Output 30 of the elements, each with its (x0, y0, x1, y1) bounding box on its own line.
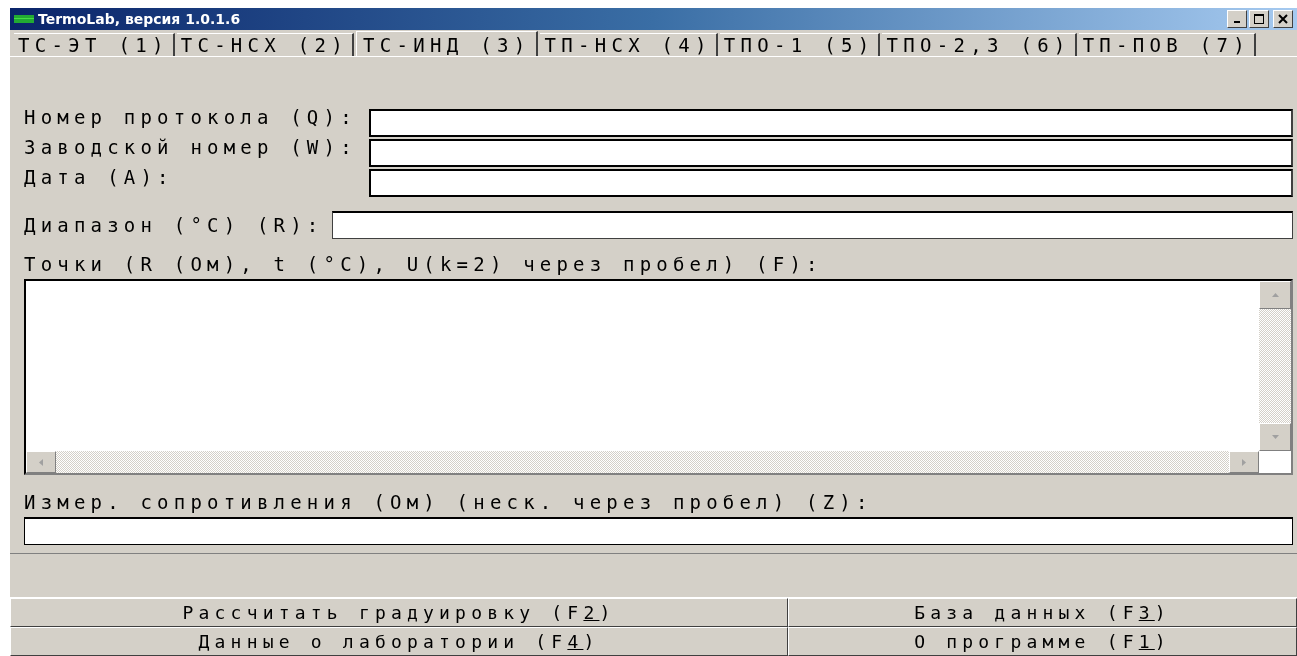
maximize-button[interactable] (1249, 10, 1269, 28)
field-label: Точки (R (Ом), t (°C), U(k=2) через пробел) (F): (24, 253, 824, 275)
maximize-icon (1254, 14, 1264, 24)
tab[interactable]: ТП-НСХ (4) (540, 33, 718, 56)
tab[interactable]: ТС-ЭТ (1) (14, 33, 175, 56)
window-title: TermoLab, версия 1.0.1.6 (38, 11, 242, 27)
input-field[interactable] (331, 211, 1293, 239)
tab[interactable]: ТПО-2,3 (6) (882, 33, 1077, 56)
tab[interactable]: ТС-ИНД (3) (356, 31, 539, 57)
input-field[interactable] (369, 109, 1293, 137)
tab[interactable]: ТПО-1 (5) (719, 33, 881, 56)
action-button[interactable]: Рассчитать градуировку (F 2) (10, 598, 788, 627)
app-icon (14, 15, 34, 23)
field-label: Дата (A): (24, 165, 175, 190)
tab[interactable]: ТС-НСХ (2) (176, 33, 355, 56)
field-label: Измер. сопротивления (Ом) (неск. через пробел) (Z): (24, 491, 874, 513)
input-field[interactable] (369, 139, 1293, 167)
close-icon (1278, 14, 1288, 24)
input-field[interactable] (369, 169, 1293, 197)
field-label: Заводской номер (W): (24, 135, 358, 160)
field-label: Диапазон (°C) (R): (24, 214, 324, 236)
action-button[interactable]: О программе (F 1) (788, 627, 1297, 656)
field-label: Номер протокола (Q): (24, 105, 358, 130)
input-field[interactable] (24, 517, 1293, 545)
minimize-button[interactable] (1227, 10, 1247, 28)
text-area[interactable] (24, 279, 1293, 475)
tab[interactable]: ТП-ПОВ (7) (1078, 33, 1256, 56)
action-button[interactable]: Данные о лаборатории (F 4) (10, 627, 788, 656)
action-button[interactable]: База данных (F 3) (788, 598, 1297, 627)
close-button[interactable] (1273, 10, 1293, 28)
